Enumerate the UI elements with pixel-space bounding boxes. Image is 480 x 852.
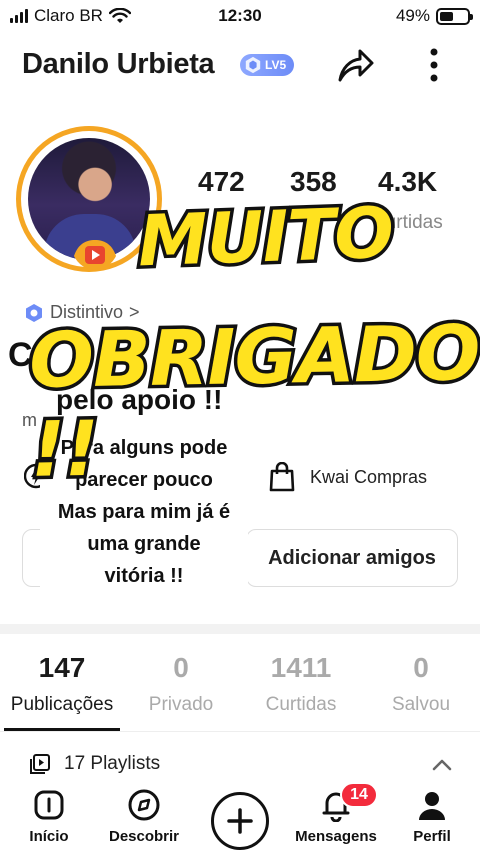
nav-inicio-label: Início [29, 828, 69, 845]
tab-count: 0 [413, 652, 429, 683]
message-line: Mas para mim já é [57, 501, 231, 523]
create-post-button[interactable] [211, 792, 269, 850]
section-divider [0, 624, 480, 634]
tab-salvou[interactable]: 0 Salvou [361, 652, 480, 716]
tabs-rule [0, 731, 480, 732]
level-badge[interactable]: LV5 [240, 54, 294, 76]
nav-descobrir-label: Descobrir [108, 828, 180, 845]
add-friends-label: Adicionar amigos [268, 546, 436, 569]
playlist-icon [30, 754, 50, 774]
profile-header: Danilo Urbieta LV5 [0, 40, 480, 90]
more-options-icon[interactable] [420, 44, 448, 86]
bottom-nav: Início Descobrir Mensagens Perfil [0, 782, 480, 852]
tab-count: 1411 [270, 652, 332, 683]
tab-label: Publicações [10, 694, 114, 715]
tab-label: Curtidas [265, 694, 337, 715]
playlists-label: 17 Playlists [64, 753, 161, 774]
sticker-muito: MUITO [133, 188, 398, 286]
battery-percent: 49% [395, 6, 430, 25]
chevron-up-icon[interactable] [430, 754, 454, 774]
level-text: LV5 [265, 58, 287, 72]
tab-publicacoes[interactable]: 147 Publicações [2, 652, 122, 716]
tab-label: Privado [148, 694, 214, 715]
status-right: 49% [395, 6, 473, 26]
profile-name: Danilo Urbieta [22, 48, 215, 80]
message-line: uma grande [87, 533, 201, 555]
nav-perfil[interactable]: Perfil [408, 788, 456, 845]
nav-inicio[interactable]: Início [22, 788, 76, 845]
live-play-icon [74, 240, 116, 270]
playlists-row[interactable]: 17 Playlists [28, 752, 160, 776]
status-bar: Claro BR 12:30 49% [0, 0, 480, 32]
nav-mensagens-label: Mensagens [295, 828, 377, 845]
tab-label: Salvou [391, 694, 451, 715]
tab-count: 147 [38, 652, 86, 683]
share-icon[interactable] [334, 44, 376, 86]
sticker-obrigado: OBRIGADO !! [25, 305, 480, 498]
add-friends-button[interactable]: Adicionar amigos [246, 529, 458, 587]
tab-count: 0 [173, 652, 189, 683]
messages-badge: 14 [340, 782, 378, 808]
nav-descobrir[interactable]: Descobrir [102, 788, 186, 845]
tab-privado[interactable]: 0 Privado [121, 652, 241, 716]
compass-icon [128, 789, 160, 821]
tab-curtidas[interactable]: 1411 Curtidas [241, 652, 361, 716]
level-hex-icon [245, 56, 261, 74]
battery-icon [436, 7, 473, 25]
home-icon [34, 790, 64, 820]
stat-value-1[interactable]: 472 [198, 166, 245, 198]
plus-icon [227, 808, 253, 834]
profile-icon [419, 792, 445, 820]
nav-perfil-label: Perfil [413, 828, 451, 845]
message-line: vitória !! [104, 565, 184, 587]
